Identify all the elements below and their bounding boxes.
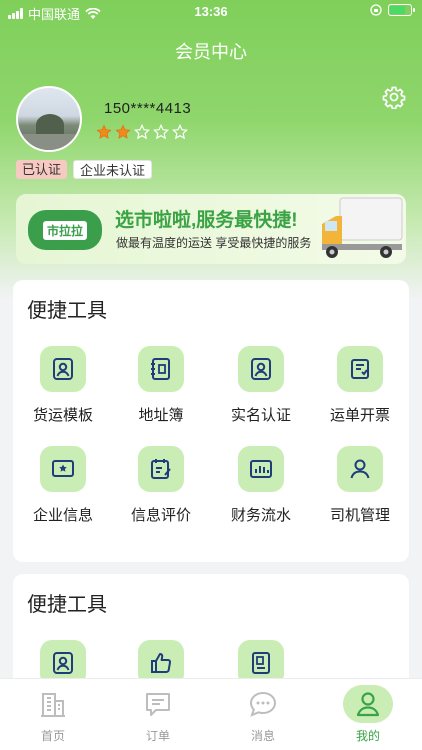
tools-card: 便捷工具 货运模板 地址簿 实名认证 运单开票 企业信息 信息评价 财务流水 司… (13, 280, 409, 562)
verified-badge: 已认证 (16, 160, 68, 179)
tool-id-verify[interactable]: 实名认证 (216, 346, 306, 425)
tab-messages[interactable]: 消息 (218, 679, 308, 750)
page-title: 会员中心 (175, 42, 247, 62)
tool-address-book[interactable]: 地址簿 (116, 346, 206, 425)
tool-driver-management[interactable]: 司机管理 (315, 446, 405, 525)
tool-label: 货运模板 (32, 407, 93, 424)
user-badge-icon (40, 346, 86, 392)
tab-label: 我的 (355, 729, 380, 743)
message-icon (249, 691, 277, 717)
tool-freight-template[interactable]: 货运模板 (18, 346, 108, 425)
rating-stars (96, 124, 188, 140)
truck-illustration-icon (322, 197, 403, 258)
tool-finance[interactable]: 财务流水 (216, 446, 306, 525)
tool-label: 运单开票 (329, 407, 390, 424)
tab-mine[interactable]: 我的 (323, 679, 413, 750)
verification-badges: 已认证 企业未认证 (16, 160, 153, 179)
id-verify-icon (238, 346, 284, 392)
tab-label: 消息 (250, 729, 275, 743)
tool-label: 司机管理 (329, 507, 390, 524)
star-filled-icon (96, 124, 112, 139)
phone-number: 150****4413 (104, 100, 192, 117)
avatar[interactable] (16, 86, 82, 152)
status-bar: 中国联通 13:36 (0, 0, 422, 24)
promo-banner[interactable]: 市拉拉 选市啦啦,服务最快捷! 做最有温度的运送 享受最快捷的服务 (16, 194, 406, 264)
orientation-lock-icon (370, 4, 382, 16)
tool-label: 信息评价 (130, 507, 191, 524)
tab-home[interactable]: 首页 (8, 679, 98, 750)
tab-label: 首页 (40, 729, 65, 743)
bottom-tab-bar: 首页 订单 消息 我的 (0, 678, 422, 750)
building-icon (41, 693, 65, 717)
tool-invoice[interactable]: 运单开票 (315, 346, 405, 425)
banner-subtitle: 做最有温度的运送 享受最快捷的服务 (116, 236, 312, 250)
tool-label: 财务流水 (230, 507, 291, 524)
star-empty-icon (172, 124, 188, 140)
tab-orders[interactable]: 订单 (113, 679, 203, 750)
section-title: 便捷工具 (27, 300, 107, 322)
star-filled-icon (115, 124, 131, 139)
tool-label: 实名认证 (230, 407, 291, 424)
review-icon (138, 446, 184, 492)
address-book-icon (138, 346, 184, 392)
brand-logo-text: 市拉拉 (42, 220, 87, 240)
section-title: 便捷工具 (27, 594, 107, 616)
enterprise-icon (40, 446, 86, 492)
finance-icon (238, 446, 284, 492)
profile-icon (356, 692, 380, 717)
settings-gear-icon[interactable] (382, 85, 406, 109)
status-time: 13:36 (194, 4, 228, 19)
star-empty-icon (134, 124, 150, 140)
tool-review[interactable]: 信息评价 (116, 446, 206, 525)
tool-enterprise-info[interactable]: 企业信息 (18, 446, 108, 525)
battery-icon (388, 4, 415, 16)
tab-label: 订单 (145, 729, 170, 743)
tool-label: 地址簿 (138, 407, 184, 424)
status-right (370, 4, 415, 16)
order-icon (146, 693, 170, 716)
star-empty-icon (153, 124, 169, 140)
enterprise-unverified-badge[interactable]: 企业未认证 (73, 160, 153, 179)
brand-logo: 市拉拉 (28, 210, 102, 250)
banner-title: 选市啦啦,服务最快捷! (115, 210, 298, 231)
tool-label: 企业信息 (32, 507, 93, 524)
invoice-icon (337, 346, 383, 392)
driver-icon (337, 446, 383, 492)
